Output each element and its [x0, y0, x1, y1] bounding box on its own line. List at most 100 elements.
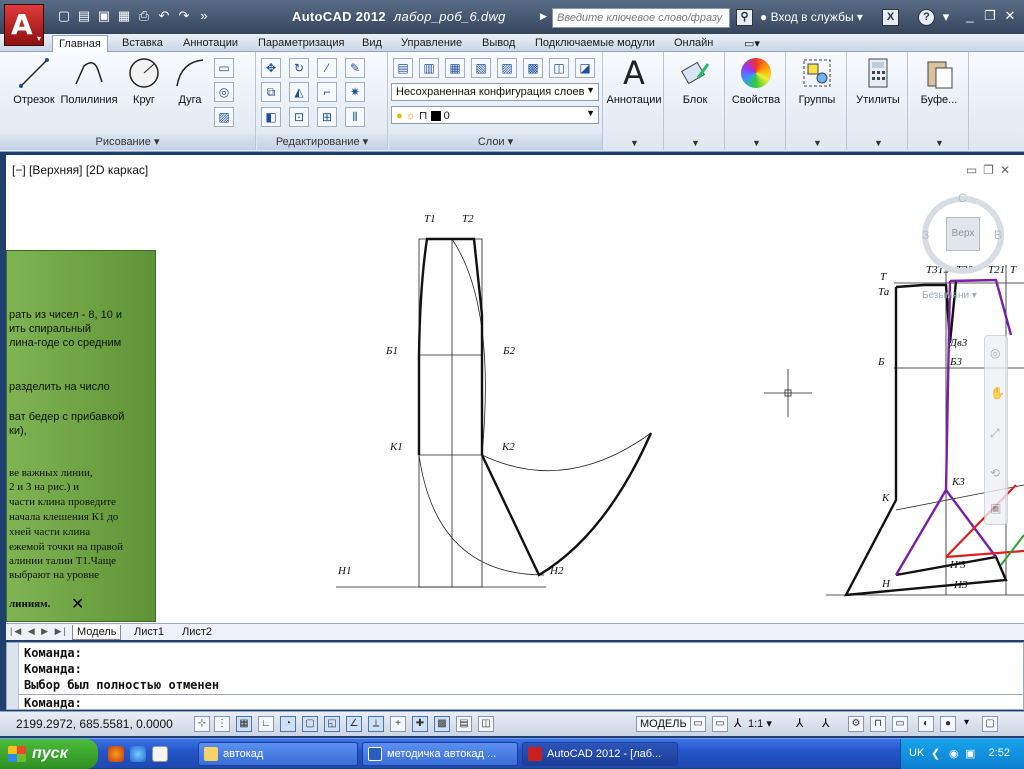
array-icon[interactable]: ⊞: [317, 107, 337, 127]
tab-view[interactable]: Вид: [356, 35, 388, 52]
tab-manage[interactable]: Управление: [395, 35, 468, 52]
redo-icon[interactable]: ↷: [176, 8, 192, 24]
navigation-bar[interactable]: ◎ ✋ ⤢ ⟲ ▣: [984, 335, 1008, 525]
rotate-icon[interactable]: ↻: [289, 58, 309, 78]
clock[interactable]: 2:52: [989, 747, 1010, 759]
clean-screen-icon[interactable]: ▢: [982, 716, 998, 732]
tab-scroll-arrows[interactable]: |◀ ◀ ▶ ▶|: [10, 626, 68, 637]
stretch-icon[interactable]: ◧: [261, 107, 281, 127]
grid-display-icon[interactable]: ▦: [236, 716, 252, 732]
minimize-icon[interactable]: _: [962, 9, 978, 25]
draw-panel-title[interactable]: Рисование ▾: [0, 134, 255, 150]
layer-state-icon[interactable]: ▥: [419, 58, 439, 78]
layer-freeze-icon[interactable]: ▨: [497, 58, 517, 78]
undo-icon[interactable]: ↶: [156, 8, 172, 24]
block-tool[interactable]: Блок: [665, 56, 725, 106]
quick-properties-icon[interactable]: ▤: [456, 716, 472, 732]
coordinate-readout[interactable]: 2199.2972, 685.5581, 0.0000: [16, 717, 173, 731]
save-as-icon[interactable]: ▦: [116, 8, 132, 24]
3d-osnap-icon[interactable]: ◱: [324, 716, 340, 732]
status-menu-icon[interactable]: ▾: [964, 717, 969, 728]
polar-tracking-icon[interactable]: ◔: [280, 716, 296, 732]
clipboard-panel[interactable]: Буфе... ▼: [909, 52, 969, 150]
taskbar-item-word[interactable]: методичка автокад ...: [362, 742, 518, 766]
layer-isolate-icon[interactable]: ▧: [471, 58, 491, 78]
firefox-icon[interactable]: [108, 746, 124, 762]
dynamic-ucs-icon[interactable]: ⟂: [368, 716, 384, 732]
copy-icon[interactable]: ⧉: [261, 82, 281, 102]
help-dropdown-icon[interactable]: ▾: [938, 9, 954, 25]
line-tool[interactable]: Отрезок: [8, 56, 60, 106]
properties-tool[interactable]: Свойства: [726, 56, 786, 106]
layer-state-dropdown[interactable]: Несохраненная конфигурация слоев ▼: [391, 83, 599, 101]
ucs-dropdown[interactable]: Безымяни ▾: [922, 290, 977, 301]
volume-icon[interactable]: ▣: [965, 747, 975, 760]
groups-panel[interactable]: Группы ▼: [787, 52, 847, 150]
command-input[interactable]: Команда:: [24, 696, 82, 710]
offset-icon[interactable]: ⫴: [345, 107, 365, 127]
tab-annotate[interactable]: Аннотации: [177, 35, 244, 52]
drawing-canvas[interactable]: [−] [Верхняя] [2D каркас] ▭❐✕ рать из чи…: [6, 155, 1024, 623]
annotation-scale[interactable]: 1:1 ▾: [748, 717, 772, 730]
showmotion-icon[interactable]: ▣: [990, 501, 1001, 515]
ribbon-minimize-icon[interactable]: ▭▾: [738, 35, 766, 52]
restore-icon[interactable]: ❐: [982, 9, 998, 25]
object-snap-icon[interactable]: ▢: [302, 716, 318, 732]
object-snap-tracking-icon[interactable]: ∠: [346, 716, 362, 732]
annotation-scale-icon[interactable]: ⅄: [734, 716, 741, 730]
tray-app-icon[interactable]: ◉: [949, 747, 959, 760]
help-icon[interactable]: ?: [918, 9, 935, 26]
hardware-acceleration-icon[interactable]: ▭: [892, 716, 908, 732]
block-panel[interactable]: Блок ▼: [665, 52, 725, 150]
compass-north[interactable]: С: [958, 191, 967, 205]
command-line-grip[interactable]: [7, 643, 19, 709]
print-icon[interactable]: ⎙: [136, 8, 152, 24]
polyline-tool[interactable]: Полилиния: [60, 56, 118, 106]
isolate-objects-icon[interactable]: ◐: [918, 716, 934, 732]
more-tools-icon[interactable]: »: [196, 8, 212, 24]
new-file-icon[interactable]: ▢: [56, 8, 72, 24]
groups-tool[interactable]: Группы: [787, 56, 847, 106]
save-icon[interactable]: ▣: [96, 8, 112, 24]
dynamic-input-icon[interactable]: +: [390, 716, 406, 732]
annotation-panel[interactable]: A Аннотации ▼: [604, 52, 664, 150]
internet-explorer-icon[interactable]: [130, 746, 146, 762]
utilities-panel[interactable]: Утилиты ▼: [848, 52, 908, 150]
search-expand-icon[interactable]: ▶: [540, 11, 547, 22]
quick-view-drawings-icon[interactable]: ▭: [712, 716, 728, 732]
infer-constraints-icon[interactable]: ⊹: [194, 716, 210, 732]
start-button[interactable]: пуск: [0, 739, 98, 769]
move-icon[interactable]: ✥: [261, 58, 281, 78]
status-tray-settings-icon[interactable]: ●: [940, 716, 956, 732]
exchange-icon[interactable]: X: [882, 9, 899, 26]
application-menu-button[interactable]: A ▾: [4, 4, 44, 46]
notepad-icon[interactable]: [152, 746, 168, 762]
login-button[interactable]: ● Вход в службы ▾: [760, 10, 863, 24]
layer-lock-icon[interactable]: ▩: [523, 58, 543, 78]
zoom-icon[interactable]: ⤢: [990, 426, 1000, 441]
layers-panel-title[interactable]: Слои ▾: [389, 134, 602, 150]
ortho-mode-icon[interactable]: ∟: [258, 716, 274, 732]
auto-scale-icon[interactable]: ⅄: [822, 716, 829, 730]
rectangle-icon[interactable]: ▭: [214, 58, 234, 78]
ellipse-icon[interactable]: ◎: [214, 82, 234, 102]
tab-output[interactable]: Вывод: [476, 35, 521, 52]
layer-properties-icon[interactable]: ▤: [393, 58, 413, 78]
quick-view-layouts-icon[interactable]: ▭: [690, 716, 706, 732]
properties-panel[interactable]: Свойства ▼: [726, 52, 786, 150]
viewcube[interactable]: С З В Верх Безымяни ▾: [918, 191, 1008, 301]
open-folder-icon[interactable]: ▤: [76, 8, 92, 24]
tray-expand-icon[interactable]: ❮: [931, 747, 940, 760]
tab-layout2[interactable]: Лист2: [178, 625, 216, 639]
trim-icon[interactable]: ⁄: [317, 58, 337, 78]
steering-wheel-icon[interactable]: ◎: [990, 346, 1000, 360]
arc-tool[interactable]: Дуга: [170, 56, 210, 106]
mirror-icon[interactable]: ◭: [289, 82, 309, 102]
language-indicator[interactable]: UK: [909, 747, 924, 759]
tab-plugins[interactable]: Подключаемые модули: [529, 35, 661, 52]
taskbar-item-folder[interactable]: автокад: [198, 742, 358, 766]
compass-west[interactable]: З: [922, 228, 929, 242]
layer-match-icon[interactable]: ◫: [549, 58, 569, 78]
tab-home[interactable]: Главная: [52, 35, 108, 52]
orbit-icon[interactable]: ⟲: [990, 466, 1000, 480]
